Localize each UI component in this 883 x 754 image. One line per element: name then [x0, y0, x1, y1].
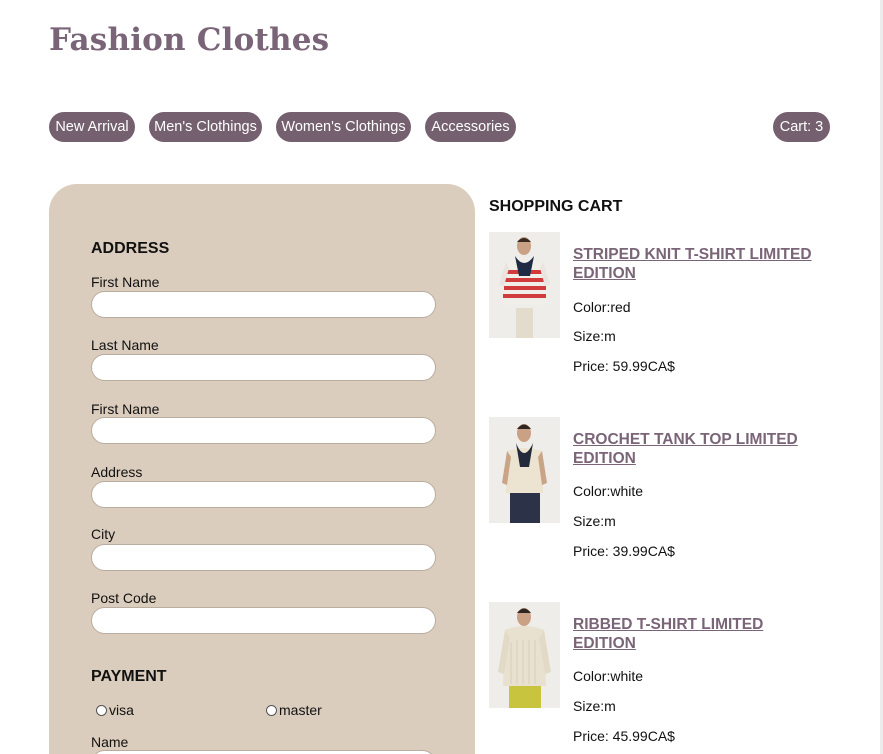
- address-heading: ADDRESS: [91, 240, 170, 257]
- city-label: City: [91, 526, 116, 542]
- product-name-link[interactable]: RIBBED T-SHIRT LIMITED EDITION: [573, 615, 818, 653]
- product-price: Price: 39.99CA$: [573, 543, 675, 559]
- checkout-form: ADDRESS First Name Last Name First Name …: [49, 184, 475, 754]
- product-price: Price: 45.99CA$: [573, 728, 675, 744]
- product-size: Size:m: [573, 698, 616, 714]
- post-code-field[interactable]: [91, 607, 436, 634]
- crochet-tank-top-image: [489, 417, 560, 523]
- cart-item: RIBBED T-SHIRT LIMITED EDITION Color:whi…: [489, 602, 849, 754]
- last-name-label: Last Name: [91, 337, 159, 353]
- city-field[interactable]: [91, 544, 436, 571]
- cart-button[interactable]: Cart: 3: [773, 112, 830, 142]
- name-field[interactable]: [91, 750, 436, 754]
- visa-label: visa: [109, 702, 134, 718]
- first-name-field[interactable]: [91, 291, 436, 318]
- master-label: master: [279, 702, 322, 718]
- first-name-label: First Name: [91, 274, 160, 290]
- product-image[interactable]: [489, 232, 560, 338]
- product-color: Color:red: [573, 299, 631, 315]
- product-name-link[interactable]: STRIPED KNIT T-SHIRT LIMITED EDITION: [573, 245, 818, 283]
- nav-womens-clothings[interactable]: Women's Clothings: [276, 112, 411, 142]
- shopping-cart-heading: SHOPPING CART: [489, 198, 623, 215]
- product-name-link[interactable]: CROCHET TANK TOP LIMITED EDITION: [573, 430, 818, 468]
- page: Fashion Clothes New Arrival Men's Clothi…: [0, 0, 883, 754]
- first-name-field-2[interactable]: [91, 417, 436, 444]
- address-field[interactable]: [91, 481, 436, 508]
- address-label: Address: [91, 464, 143, 480]
- site-title: Fashion Clothes: [49, 22, 330, 58]
- product-image[interactable]: [489, 602, 560, 708]
- nav-mens-clothings[interactable]: Men's Clothings: [149, 112, 262, 142]
- product-image[interactable]: [489, 417, 560, 523]
- product-price: Price: 59.99CA$: [573, 358, 675, 374]
- nav-accessories[interactable]: Accessories: [425, 112, 516, 142]
- payment-option-visa[interactable]: visa: [96, 702, 134, 718]
- striped-tshirt-image: [489, 232, 560, 338]
- master-radio[interactable]: [266, 704, 277, 716]
- product-size: Size:m: [573, 328, 616, 344]
- name-label: Name: [91, 734, 129, 750]
- main-nav: New Arrival Men's Clothings Women's Clot…: [49, 112, 830, 142]
- cart-item: CROCHET TANK TOP LIMITED EDITION Color:w…: [489, 417, 849, 577]
- product-size: Size:m: [573, 513, 616, 529]
- nav-new-arrival[interactable]: New Arrival: [49, 112, 135, 142]
- last-name-field[interactable]: [91, 354, 436, 381]
- product-color: Color:white: [573, 668, 644, 684]
- ribbed-tshirt-image: [489, 602, 560, 708]
- payment-option-master[interactable]: master: [266, 702, 322, 718]
- product-color: Color:white: [573, 483, 644, 499]
- post-code-label: Post Code: [91, 590, 157, 606]
- first-name-label-2: First Name: [91, 401, 160, 417]
- cart-item: STRIPED KNIT T-SHIRT LIMITED EDITION Col…: [489, 232, 849, 392]
- payment-heading: PAYMENT: [91, 668, 167, 685]
- visa-radio[interactable]: [96, 704, 107, 716]
